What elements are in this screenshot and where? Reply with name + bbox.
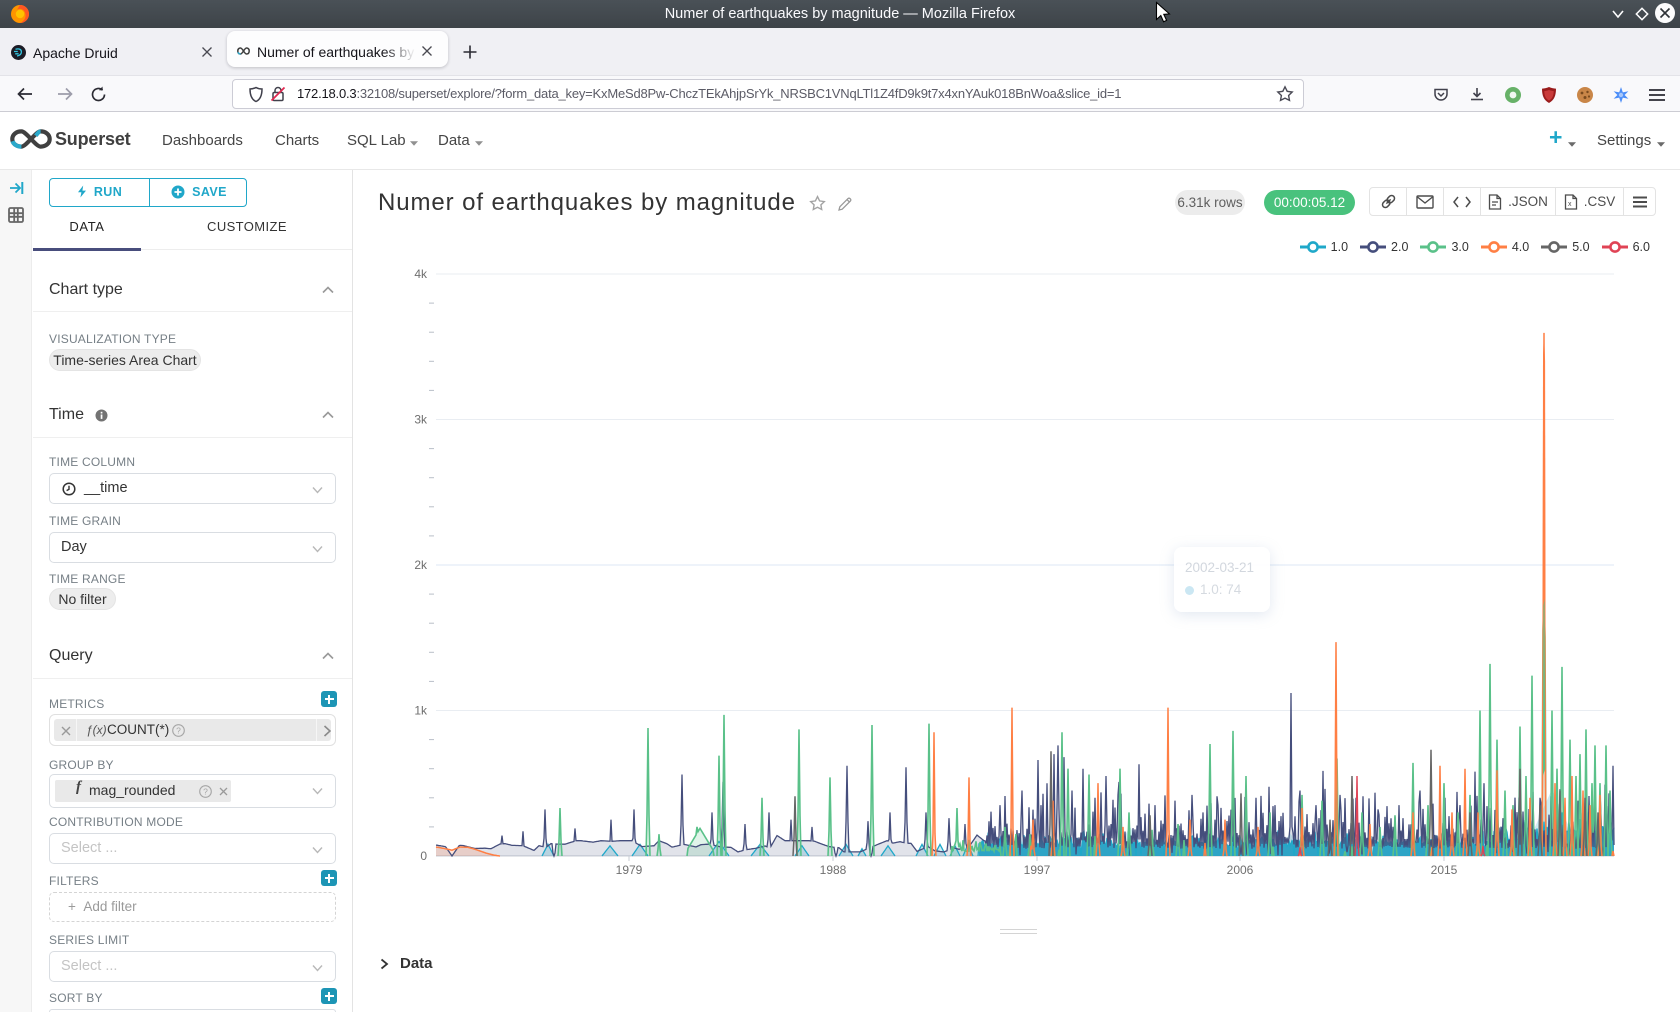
svg-text:3k: 3k xyxy=(414,413,428,427)
svg-text:2015: 2015 xyxy=(1431,863,1458,877)
svg-text:0: 0 xyxy=(420,849,427,863)
svg-text:1997: 1997 xyxy=(1024,863,1051,877)
svg-text:2k: 2k xyxy=(414,558,428,572)
svg-text:4k: 4k xyxy=(414,267,428,281)
svg-text:2006: 2006 xyxy=(1227,863,1254,877)
svg-text:1k: 1k xyxy=(414,704,428,718)
svg-text:1979: 1979 xyxy=(616,863,643,877)
svg-text:1988: 1988 xyxy=(820,863,847,877)
